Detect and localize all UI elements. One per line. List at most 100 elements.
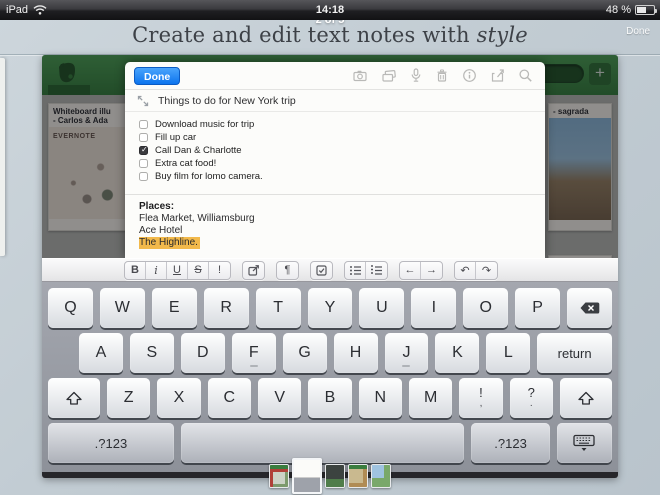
numbered-list-icon [370,265,383,276]
note-title[interactable]: Things to do for New York trip [158,95,296,107]
dismiss-keyboard-icon [572,434,596,453]
key-d[interactable]: D [181,333,225,373]
camera-icon[interactable] [352,68,368,83]
checklist-item[interactable]: Extra cat food! [139,157,531,170]
insert-link-button[interactable] [243,262,264,279]
key-a[interactable]: A [79,333,123,373]
key-w[interactable]: W [100,288,145,328]
highlight-button[interactable]: ! [209,262,230,279]
shift-key-right[interactable] [560,378,612,418]
note-editor-toolbar: Done [125,62,545,90]
expand-note-icon[interactable] [137,95,149,107]
note-title-row[interactable]: Things to do for New York trip [125,90,545,112]
checklist-item[interactable]: Call Dan & Charlotte [139,144,531,157]
key-label: ! [479,387,483,398]
key-b[interactable]: B [308,378,351,418]
key-s[interactable]: S [130,333,174,373]
key-question-period[interactable]: ? . [510,378,553,418]
checkbox-unchecked[interactable] [139,172,148,181]
key-l[interactable]: L [486,333,530,373]
key-label: F [249,344,259,362]
search-icon[interactable] [518,68,533,83]
place-line: Flea Market, Williamsburg [139,213,531,225]
page-thumb-dark-green[interactable] [325,464,345,488]
insert-link-group [242,261,265,280]
editor-done-button[interactable]: Done [134,67,180,85]
clock: 14:18 [0,4,660,16]
checklist-label: Call Dan & Charlotte [155,145,242,156]
checklist-item[interactable]: Download music for trip [139,118,531,131]
key-e[interactable]: E [152,288,197,328]
key-v[interactable]: V [258,378,301,418]
key-j[interactable]: J [385,333,429,373]
key-h[interactable]: H [334,333,378,373]
page-thumb-current-text-note[interactable] [292,458,322,494]
checklist-label: Extra cat food! [155,158,216,169]
info-icon[interactable] [462,68,477,83]
note-places-section[interactable]: Places: Flea Market, Williamsburg Ace Ho… [125,195,545,249]
space-key[interactable] [181,423,464,463]
checkbox-unchecked[interactable] [139,133,148,142]
backspace-key[interactable] [567,288,612,328]
shift-key-left[interactable] [48,378,100,418]
paragraph-button[interactable]: ¶ [277,262,298,279]
numbers-key-right[interactable]: .?123 [471,423,550,463]
key-z[interactable]: Z [107,378,150,418]
key-k[interactable]: K [435,333,479,373]
page-thumb-tan-grid[interactable] [348,464,368,488]
return-key[interactable]: return [537,333,612,373]
key-o[interactable]: O [463,288,508,328]
share-icon[interactable] [490,68,505,83]
bold-button[interactable]: B [125,262,146,279]
trash-icon[interactable] [435,68,449,83]
shift-icon [577,391,595,406]
bullet-list-button[interactable] [345,262,366,279]
checkbox-checked[interactable] [139,146,148,155]
key-y[interactable]: Y [308,288,353,328]
numbered-list-button[interactable] [366,262,387,279]
checkbox-unchecked[interactable] [139,159,148,168]
strikethrough-button[interactable]: S [188,262,209,279]
place-line: Ace Hotel [139,225,531,237]
key-m[interactable]: M [409,378,452,418]
key-exclamation-comma[interactable]: ! , [459,378,502,418]
checklist-item[interactable]: Buy film for lomo camera. [139,170,531,183]
key-q[interactable]: Q [48,288,93,328]
key-label: J [402,344,410,362]
tutorial-title: Create and edit text notes with style [0,23,660,47]
checkbox-unchecked[interactable] [139,120,148,129]
format-toolbar: B i U S ! ¶ [42,258,618,282]
checklist-label: Download music for trip [155,119,254,130]
list-group [344,261,388,280]
page-thumb-notes-grid[interactable] [269,464,289,488]
keyboard-row-4: .?123 .?123 [48,423,612,463]
numbers-key-left[interactable]: .?123 [48,423,174,463]
key-c[interactable]: C [208,378,251,418]
redo-button[interactable]: ↷ [476,262,497,279]
key-n[interactable]: N [359,378,402,418]
key-p[interactable]: P [515,288,560,328]
undo-redo-group: ↶ ↷ [454,261,498,280]
keyboard-row-3: Z X C V B N M ! , ? . [48,378,612,418]
undo-button[interactable]: ↶ [455,262,476,279]
tutorial-title-text: Create and edit text notes with [132,23,477,47]
indent-button[interactable]: → [421,262,442,279]
key-u[interactable]: U [359,288,404,328]
previous-page-edge [0,58,5,256]
underline-button[interactable]: U [167,262,188,279]
insert-checkbox-button[interactable] [311,262,332,279]
tutorial-page-thumbnails [0,458,660,494]
page-thumb-map[interactable] [371,464,391,488]
key-g[interactable]: G [283,333,327,373]
dismiss-keyboard-key[interactable] [557,423,612,463]
outdent-button[interactable]: ← [400,262,421,279]
checklist-item[interactable]: Fill up car [139,131,531,144]
photos-icon[interactable] [381,68,397,83]
key-r[interactable]: R [204,288,249,328]
microphone-icon[interactable] [410,68,422,83]
italic-button[interactable]: i [146,262,167,279]
key-i[interactable]: I [411,288,456,328]
key-x[interactable]: X [157,378,200,418]
key-t[interactable]: T [256,288,301,328]
key-f[interactable]: F [232,333,276,373]
